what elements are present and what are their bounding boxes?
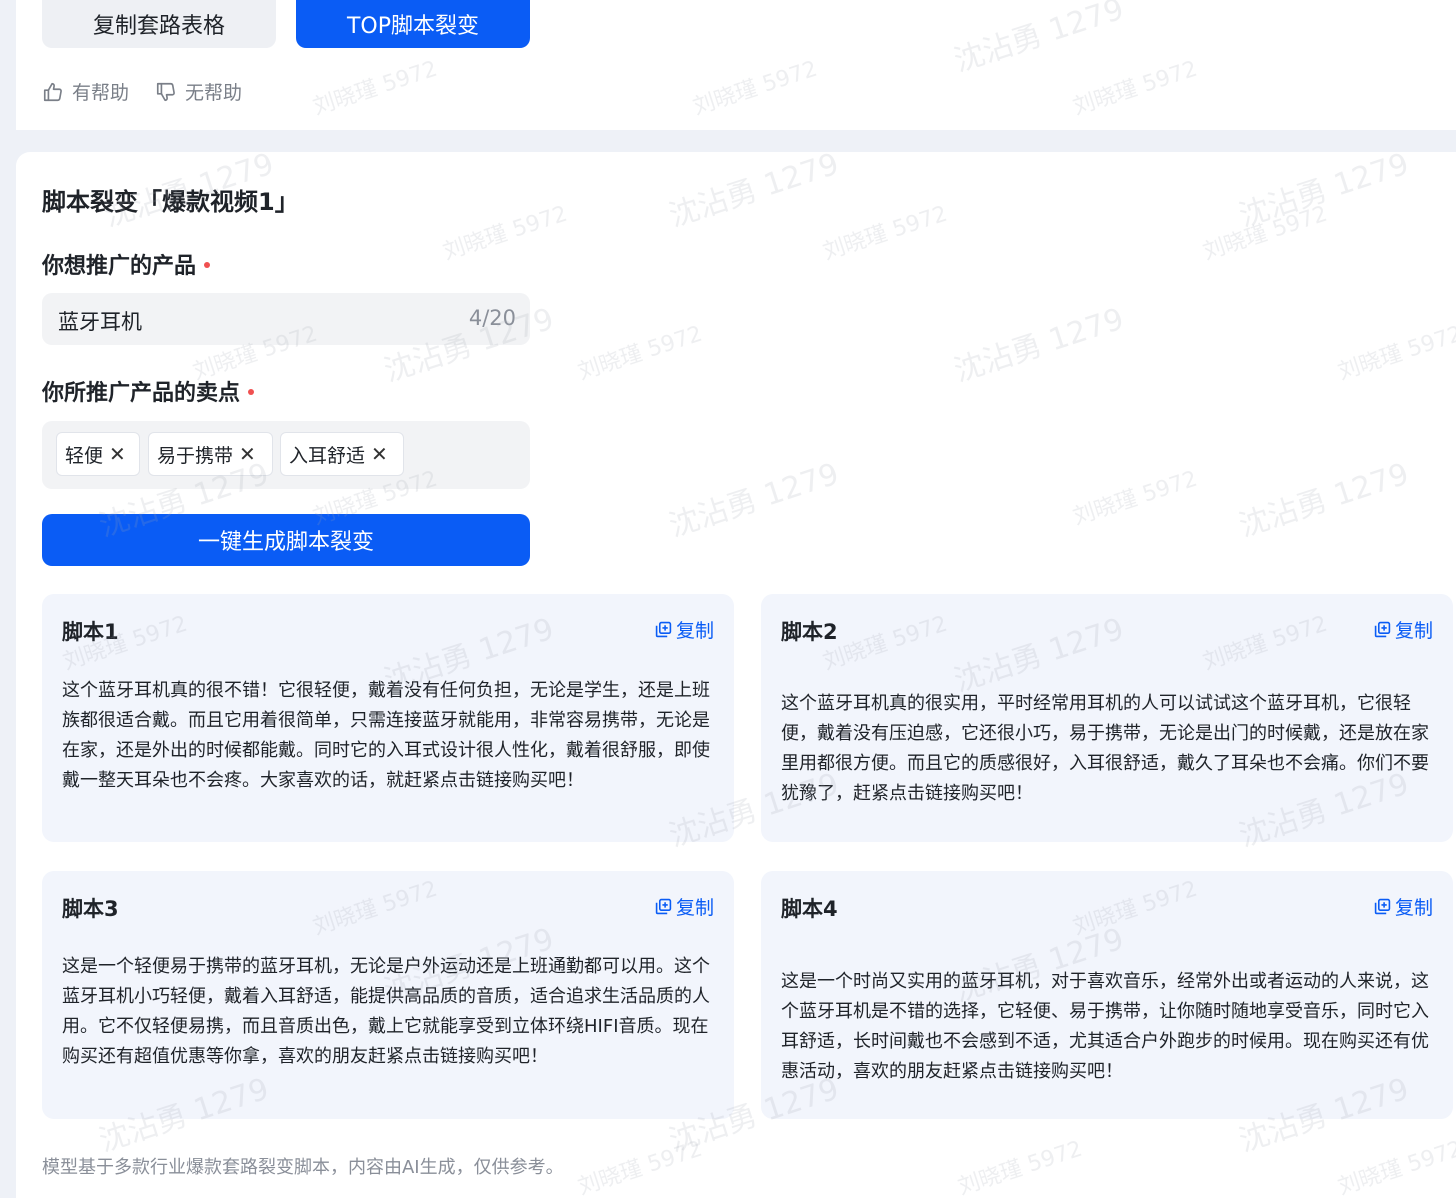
remove-tag-icon[interactable]: ✕ (239, 444, 256, 464)
selling-points-input[interactable]: 轻便 ✕ 易于携带 ✕ 入耳舒适 ✕ (42, 421, 530, 489)
remove-tag-icon[interactable]: ✕ (371, 444, 388, 464)
copy-table-button[interactable]: 复制套路表格 (42, 0, 276, 48)
copy-icon (1374, 898, 1391, 915)
copy-label: 复制 (1394, 897, 1433, 919)
tag-label: 轻便 (65, 444, 104, 467)
top-script-fission-button[interactable]: TOP脚本裂变 (296, 0, 530, 48)
script-text: 这是一个轻便易于携带的蓝牙耳机，无论是户外运动还是上班通勤都可以用。这个蓝牙耳机… (62, 956, 710, 1067)
copy-icon (1374, 621, 1391, 638)
script-text: 这是一个时尚又实用的蓝牙耳机，对于喜欢音乐，经常外出或者运动的人来说，这个蓝牙耳… (781, 971, 1429, 1082)
page-title: 脚本裂变「爆款视频1」 (42, 188, 299, 216)
required-dot (204, 262, 211, 268)
copy-button[interactable]: 复制 (1374, 893, 1433, 920)
script-card: 脚本1 复制 这个蓝牙耳机真的很不错！它很轻便，戴着没有任何负担，无论是学生，还… (42, 594, 734, 842)
product-input-value: 蓝牙耳机 (58, 310, 142, 334)
script-card: 脚本2 复制 这个蓝牙耳机真的很实用，平时经常用耳机的人可以试试这个蓝牙耳机，它… (761, 594, 1453, 842)
required-dot (248, 389, 255, 395)
tag-item: 入耳舒适 ✕ (280, 432, 404, 476)
product-label: 你想推广的产品 (42, 248, 211, 280)
not-helpful-button[interactable]: 无帮助 (155, 78, 242, 105)
script-text: 这个蓝牙耳机真的很不错！它很轻便，戴着没有任何负担，无论是学生，还是上班族都很适… (62, 680, 710, 791)
remove-tag-icon[interactable]: ✕ (109, 444, 126, 464)
selling-points-label-text: 你所推广产品的卖点 (42, 381, 241, 406)
ai-disclaimer: 模型基于多款行业爆款套路裂变脚本，内容由AI生成，仅供参考。 (42, 1157, 564, 1178)
tag-item: 轻便 ✕ (56, 432, 140, 476)
script-card: 脚本4 复制 这是一个时尚又实用的蓝牙耳机，对于喜欢音乐，经常外出或者运动的人来… (761, 871, 1453, 1119)
char-counter: 4/20 (468, 306, 516, 330)
copy-button[interactable]: 复制 (655, 616, 714, 643)
copy-label: 复制 (1394, 620, 1433, 642)
helpful-label: 有帮助 (72, 82, 130, 104)
tag-item: 易于携带 ✕ (148, 432, 273, 476)
product-label-text: 你想推广的产品 (42, 254, 197, 279)
script-title: 脚本3 (62, 897, 119, 921)
generate-script-button[interactable]: 一键生成脚本裂变 (42, 514, 530, 566)
product-input[interactable]: 蓝牙耳机 4/20 (42, 293, 530, 345)
copy-icon (655, 898, 672, 915)
script-title: 脚本2 (781, 620, 838, 644)
script-title: 脚本1 (62, 620, 119, 644)
script-text: 这个蓝牙耳机真的很实用，平时经常用耳机的人可以试试这个蓝牙耳机，它很轻便，戴着没… (781, 693, 1429, 804)
copy-label: 复制 (675, 897, 714, 919)
thumbs-down-icon (156, 82, 175, 101)
script-card: 脚本3 复制 这是一个轻便易于携带的蓝牙耳机，无论是户外运动还是上班通勤都可以用… (42, 871, 734, 1119)
copy-button[interactable]: 复制 (655, 893, 714, 920)
selling-points-label: 你所推广产品的卖点 (42, 375, 255, 407)
not-helpful-label: 无帮助 (185, 82, 243, 104)
helpful-button[interactable]: 有帮助 (42, 78, 129, 105)
copy-icon (655, 621, 672, 638)
tag-label: 入耳舒适 (289, 444, 366, 467)
thumbs-up-icon (43, 82, 62, 101)
copy-label: 复制 (675, 620, 714, 642)
tag-label: 易于携带 (157, 444, 234, 467)
copy-button[interactable]: 复制 (1374, 616, 1433, 643)
script-title: 脚本4 (781, 897, 838, 921)
